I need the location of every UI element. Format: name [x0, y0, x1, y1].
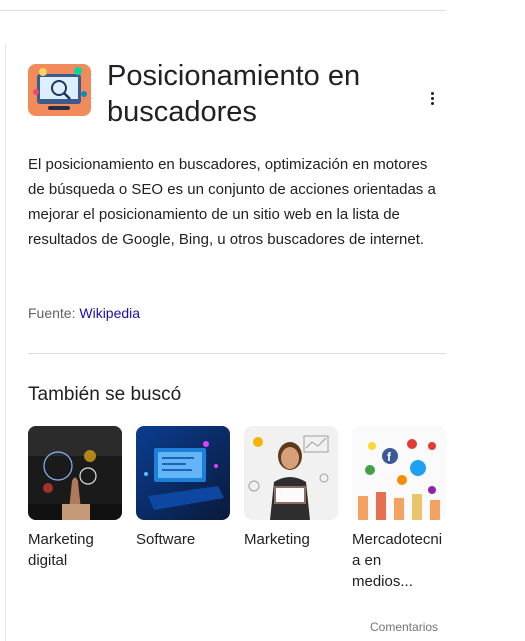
related-item-label: Marketing digital — [28, 531, 94, 569]
related-item-marketing[interactable]: Marketing — [244, 426, 338, 550]
more-vert-icon[interactable] — [422, 86, 442, 110]
software-image — [136, 426, 230, 520]
section-divider — [28, 353, 446, 354]
seo-thumbnail-image[interactable] — [28, 64, 91, 116]
related-searches-list: Marketing digital Software Marketing f M… — [28, 426, 448, 596]
related-item-marketing-digital[interactable]: Marketing digital — [28, 426, 122, 571]
top-divider — [0, 10, 446, 11]
wikipedia-link[interactable]: Wikipedia — [79, 305, 140, 321]
related-searches-heading: También se buscó — [28, 384, 182, 405]
knowledge-panel-header: Posicionamiento en buscadores — [28, 58, 448, 138]
related-item-label: Marketing — [244, 531, 310, 548]
feedback-link[interactable]: Comentarios — [370, 619, 438, 635]
related-item-label: Software — [136, 531, 196, 548]
panel-title: Posicionamiento en buscadores — [107, 60, 361, 128]
source-line: Fuente: Wikipedia — [28, 302, 140, 324]
related-item-label: Mercadotecnia en medios... — [352, 531, 443, 590]
mercadotecnia-image: f — [352, 426, 446, 520]
panel-left-border — [5, 44, 6, 641]
marketing-digital-image — [28, 426, 122, 520]
panel-description: El posicionamiento en buscadores, optimi… — [28, 156, 436, 248]
marketing-image — [244, 426, 338, 520]
related-item-software[interactable]: Software — [136, 426, 230, 550]
related-item-mercadotecnia[interactable]: f Mercadotecnia en medios... — [352, 426, 446, 592]
source-prefix: Fuente: — [28, 305, 80, 321]
